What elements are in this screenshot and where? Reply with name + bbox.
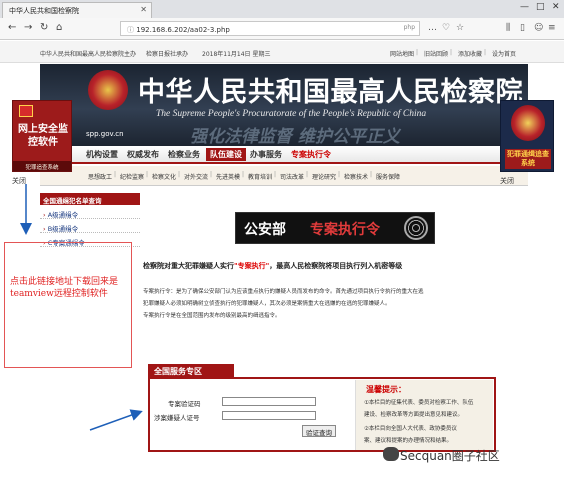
- link-set-homepage[interactable]: 设为首页: [492, 49, 516, 58]
- wanted-list-label: B级通缉令: [47, 225, 79, 233]
- reload-icon[interactable]: ↻: [40, 22, 48, 33]
- headline-highlight: "专案执行": [234, 262, 270, 270]
- forward-icon[interactable]: →: [24, 22, 32, 33]
- watermark-text: Secquan圈子社区: [400, 449, 500, 463]
- annotation-text: 点击此链接地址下载回来是teamview远程控制软件: [10, 277, 119, 299]
- browser-tab[interactable]: 中华人民共和国检察院 ✕: [2, 2, 152, 18]
- ad-right-title: 犯罪通缉追查系统: [505, 149, 551, 169]
- account-icon[interactable]: ☺: [534, 23, 543, 33]
- tips-panel: 温馨提示： ①本栏目的征集代表、委员对检察工作、队伍 建设、检察改革等方面提出意…: [355, 380, 493, 450]
- tab-title: 中华人民共和国检察院: [9, 7, 79, 15]
- close-icon[interactable]: ✕: [140, 5, 147, 14]
- maximize-icon[interactable]: □: [536, 2, 545, 12]
- more-icon[interactable]: …: [428, 23, 437, 33]
- tips-line: ②本栏目向全国人大代表、政协委员议: [364, 426, 457, 432]
- nav-item-special-order[interactable]: 专案执行令: [291, 149, 331, 160]
- browser-tab-bar: 中华人民共和国检察院 ✕ — □ ✕: [0, 0, 564, 18]
- nav-item-services[interactable]: 办事服务: [250, 149, 282, 160]
- verify-query-button[interactable]: 验证查询: [302, 425, 336, 437]
- date-text: 2018年11月14日 星期三: [202, 51, 271, 58]
- slogan-part1: 公安部: [244, 222, 286, 238]
- suspect-id-input[interactable]: [222, 411, 316, 420]
- nav-item-organization[interactable]: 机构设置: [86, 149, 118, 160]
- headline-suffix: ，最高人民检察院将项目执行列入机密等级: [269, 262, 403, 270]
- address-input[interactable]: ⓘ 192.168.6.202/aa02-3.php php: [120, 21, 420, 36]
- address-bar-row: ← → ↻ ⌂ ⓘ 192.168.6.202/aa02-3.php php ……: [0, 18, 564, 40]
- site-top-strip: 中华人民共和国最高人民检察院主办 检察日报社承办 2018年11月14日 星期三…: [0, 41, 564, 63]
- main-headline: 检察院对重大犯罪嫌疑人实行"专案执行"，最高人民检察院将项目执行列入机密等级: [143, 261, 503, 271]
- sub-nav: 思想政工 | 纪检监察 | 检察文化 | 对外交流 | 先进英模 | 教育培训 …: [40, 166, 528, 186]
- ad-left-title: 网上安全监控软件: [18, 124, 68, 148]
- subnav-item[interactable]: 教育培训: [248, 172, 272, 181]
- nav-item-releases[interactable]: 权威发布: [127, 149, 159, 160]
- slogan-part2: 专案执行令: [310, 222, 380, 238]
- organizer-text: 中华人民共和国最高人民检察院主办: [40, 51, 137, 58]
- subnav-item[interactable]: 司法改革: [280, 172, 304, 181]
- subnav-item[interactable]: 服务保障: [376, 172, 400, 181]
- nav-item-business[interactable]: 检察业务: [168, 149, 200, 160]
- bullet-icon: ›: [43, 225, 46, 233]
- pocket-icon[interactable]: ♡: [442, 23, 450, 33]
- ad-left-subtitle: 犯罪追查系统: [13, 161, 71, 171]
- site-banner: 中华人民共和国最高人民检察院 The Supreme People's Proc…: [40, 64, 528, 146]
- address-text: 192.168.6.202/aa02-3.php: [136, 26, 230, 34]
- link-add-favorite[interactable]: 添加收藏: [458, 49, 482, 58]
- procuratorate-badge-icon: [511, 105, 545, 141]
- flag-icon: [19, 105, 33, 117]
- subnav-item[interactable]: 对外交流: [184, 172, 208, 181]
- main-paragraph: 犯罪嫌疑人必须如明确树立侦查执行的犯罪嫌疑人，其次必须是案情重大在逃嫌的在逃的犯…: [143, 301, 391, 307]
- info-icon[interactable]: ⓘ: [127, 26, 136, 34]
- main-paragraph: 专案执行令是在全国范围内发布的级别最高的缉逃指令。: [143, 313, 281, 319]
- case-code-label: 专案验证码: [168, 400, 201, 408]
- floating-ad-left[interactable]: 网上安全监控软件 犯罪追查系统: [12, 100, 72, 172]
- tips-line: ①本栏目的征集代表、委员对检察工作、队伍: [364, 400, 474, 406]
- subnav-item[interactable]: 纪检监察: [120, 172, 144, 181]
- service-zone-tab: 全国服务专区: [148, 364, 234, 378]
- wanted-list-item[interactable]: › B级通缉令: [40, 221, 140, 233]
- tips-line: 建设、检察改革等方面提出意见和建议。: [364, 412, 464, 418]
- main-paragraph: 专案执行令：是为了确保公安部门认为应该重点执行的嫌疑人员而发布的命令。首先通过项…: [143, 289, 424, 295]
- nav-item-team[interactable]: 队伍建设: [206, 148, 246, 161]
- case-code-input[interactable]: [222, 397, 316, 406]
- link-sitemap[interactable]: 网站地图: [390, 49, 414, 58]
- bullet-icon: ›: [43, 211, 46, 219]
- arrow-to-form: [89, 409, 143, 431]
- site-motto: 强化法律监督 维护公平正义: [190, 127, 400, 146]
- co-organizer-text: 检察日报社承办: [146, 51, 189, 58]
- tips-title: 温馨提示：: [366, 385, 406, 394]
- national-emblem-icon: [88, 70, 128, 110]
- address-tag: php: [403, 24, 415, 31]
- site-title: 中华人民共和国最高人民检察院: [138, 77, 523, 108]
- home-icon[interactable]: ⌂: [56, 22, 62, 33]
- back-icon[interactable]: ←: [8, 22, 16, 33]
- subnav-item[interactable]: 检察文化: [152, 172, 176, 181]
- floating-ad-right[interactable]: 犯罪通缉追查系统: [500, 100, 554, 172]
- tips-line: 案、建议和提案的办理情况和结果。: [364, 438, 453, 444]
- subnav-item[interactable]: 思想政工: [88, 172, 112, 181]
- link-old-site[interactable]: 旧站回顾: [424, 49, 448, 58]
- bookmark-icon[interactable]: ☆: [456, 23, 464, 33]
- subnav-item[interactable]: 先进英模: [216, 172, 240, 181]
- subnav-item[interactable]: 理论研究: [312, 172, 336, 181]
- target-icon: [404, 216, 428, 240]
- main-nav: 机构设置 权威发布 检察业务 队伍建设 办事服务 专案执行令: [40, 146, 528, 164]
- special-order-banner[interactable]: 公安部 专案执行令: [235, 212, 435, 244]
- sidebar-icon[interactable]: ▯: [520, 23, 525, 33]
- library-icon[interactable]: ⫼: [506, 23, 510, 33]
- minimize-icon[interactable]: —: [520, 2, 529, 12]
- wanted-list-item[interactable]: › A级通缉令: [40, 207, 140, 219]
- headline-prefix: 检察院对重大犯罪嫌疑人实行: [143, 262, 234, 270]
- annotation-box: [4, 242, 132, 368]
- ad-right-close[interactable]: 关闭: [500, 176, 514, 186]
- site-domain: spp.gov.cn: [86, 130, 124, 138]
- wanted-list-label: A级通缉令: [47, 211, 79, 219]
- ad-left-close[interactable]: 关闭: [12, 176, 26, 186]
- menu-icon[interactable]: ≡: [548, 23, 556, 33]
- suspect-id-label: 涉案嫌疑人证号: [154, 414, 200, 422]
- site-title-english: The Supreme People's Procuratorate of th…: [156, 109, 427, 119]
- wanted-list-header: 全国通缉犯名单查询: [40, 193, 140, 205]
- window-close-icon[interactable]: ✕: [552, 2, 560, 12]
- wechat-icon: [383, 447, 399, 461]
- subnav-item[interactable]: 检察技术: [344, 172, 368, 181]
